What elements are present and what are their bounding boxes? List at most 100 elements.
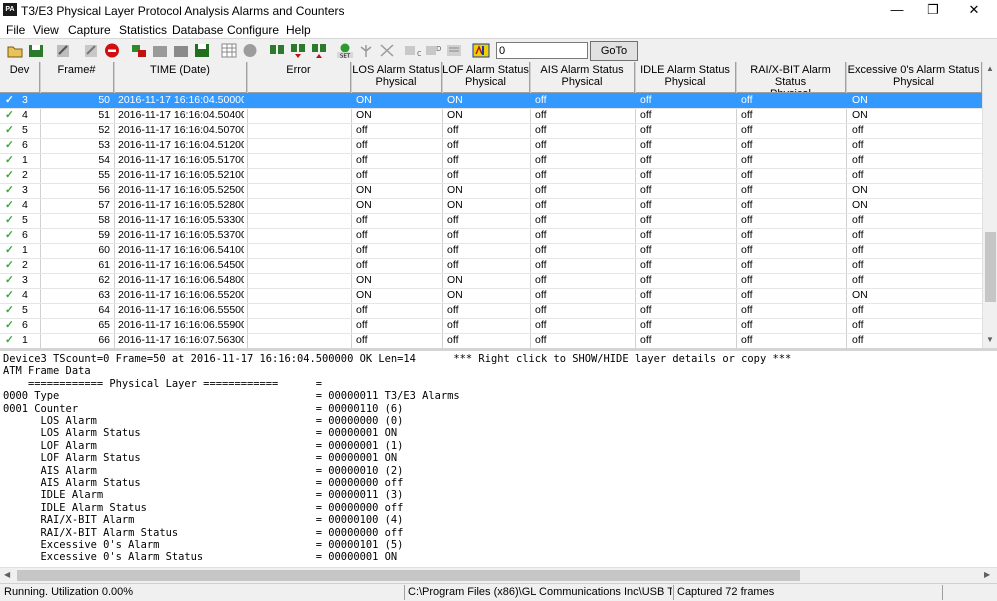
config-icon[interactable]	[378, 42, 396, 59]
cell-ais: off	[535, 124, 547, 136]
scroll-down-icon[interactable]: ▼	[986, 335, 994, 344]
cell-error	[251, 109, 347, 123]
close-button[interactable]: ✕	[956, 0, 992, 20]
table-row[interactable]: ✓ 3 50 2016-11-17 16:16:04.500000 ON ON off off…	[0, 93, 982, 109]
tv-icon[interactable]	[472, 42, 490, 59]
cell-los: off	[356, 169, 368, 181]
status-path: C:\Program Files (x86)\GL Communications…	[408, 586, 672, 598]
table-row[interactable]: ✓ 2 61 2016-11-17 16:16:06.545000 off off off o…	[0, 258, 982, 274]
table-row[interactable]: ✓ 1 54 2016-11-17 16:16:05.517000 off off off o…	[0, 153, 982, 169]
toolbar: SET C D GoTo	[0, 38, 997, 64]
capture-restart-icon[interactable]	[82, 42, 100, 59]
check-icon: ✓	[5, 199, 14, 211]
filter-down-icon[interactable]	[289, 42, 307, 59]
cell-ais: off	[535, 109, 547, 121]
menu-help[interactable]: Help	[286, 23, 311, 37]
table-row[interactable]: ✓ 1 66 2016-11-17 16:16:07.563000 off off off o…	[0, 333, 982, 348]
menu-file[interactable]: File	[6, 23, 25, 37]
cell-exc: ON	[852, 184, 868, 196]
table-row[interactable]: ✓ 4 63 2016-11-17 16:16:06.552000 ON ON off off…	[0, 288, 982, 304]
menu-configure[interactable]: Configure	[227, 23, 279, 37]
cell-time: 2016-11-17 16:16:05.533000	[118, 214, 244, 226]
filter-icon[interactable]	[268, 42, 286, 59]
table-row[interactable]: ✓ 4 51 2016-11-17 16:16:04.504000 ON ON off off…	[0, 108, 982, 124]
detail-line: LOS Alarm = 00000000 (0)	[3, 415, 404, 427]
connect-icon[interactable]	[130, 42, 148, 59]
check-icon: ✓	[5, 154, 14, 166]
frame-detail-pane[interactable]: Device3 TScount=0 Frame=50 at 2016-11-17…	[0, 351, 997, 567]
goto-frame-input[interactable]	[496, 42, 588, 59]
header-lof[interactable]: LOF Alarm Status Physical	[442, 62, 530, 92]
cell-dev: 4	[22, 199, 28, 211]
d-config-icon[interactable]: D	[424, 42, 442, 59]
stop-icon[interactable]	[103, 42, 121, 59]
table-row[interactable]: ✓ 6 53 2016-11-17 16:16:04.512000 off off off o…	[0, 138, 982, 154]
scroll-left-icon[interactable]: ◀	[4, 570, 10, 579]
cell-time: 2016-11-17 16:16:06.545000	[118, 259, 244, 271]
detail-horizontal-scrollbar[interactable]: ◀ ▶	[0, 567, 997, 583]
cell-los: ON	[356, 184, 372, 196]
antenna-icon[interactable]	[357, 42, 375, 59]
maximize-button[interactable]: ❐	[915, 0, 951, 20]
save-file-icon[interactable]	[27, 42, 45, 59]
table-row[interactable]: ✓ 3 56 2016-11-17 16:16:05.525000 ON ON off off…	[0, 183, 982, 199]
status-utilization: Running. Utilization 0.00%	[4, 586, 134, 598]
capture-start-icon[interactable]	[54, 42, 72, 59]
table-row[interactable]: ✓ 3 62 2016-11-17 16:16:06.548000 ON ON off off…	[0, 273, 982, 289]
header-los[interactable]: LOS Alarm Status Physical	[351, 62, 442, 92]
grid-vertical-scrollbar[interactable]: ▲ ▼	[982, 62, 997, 348]
circle-icon[interactable]	[241, 42, 259, 59]
table-row[interactable]: ✓ 5 52 2016-11-17 16:16:04.507000 off off off o…	[0, 123, 982, 139]
menu-view[interactable]: View	[33, 23, 59, 37]
pdb-icon[interactable]	[445, 42, 463, 59]
header-frame[interactable]: Frame#	[40, 62, 114, 92]
check-icon: ✓	[5, 244, 14, 256]
svg-text:C: C	[417, 50, 421, 58]
app-logo-icon: PA	[3, 3, 17, 16]
scroll-right-icon[interactable]: ▶	[984, 570, 990, 579]
header-error[interactable]: Error	[247, 62, 351, 92]
save-icon[interactable]	[193, 42, 211, 59]
scroll-up-icon[interactable]: ▲	[986, 64, 994, 73]
header-dev[interactable]: Dev	[0, 62, 40, 92]
table-row[interactable]: ✓ 1 60 2016-11-17 16:16:06.541000 off off off o…	[0, 243, 982, 259]
header-time[interactable]: TIME (Date)	[114, 62, 247, 92]
cell-exc: off	[852, 244, 864, 256]
check-icon: ✓	[5, 334, 14, 346]
header-idle[interactable]: IDLE Alarm Status Physical	[635, 62, 736, 92]
open-file-icon[interactable]	[6, 42, 24, 59]
table-row[interactable]: ✓ 5 64 2016-11-17 16:16:06.555000 off off off o…	[0, 303, 982, 319]
folder-icon[interactable]	[151, 42, 169, 59]
header-rai[interactable]: RAI/X-BIT Alarm Status Physical	[736, 62, 846, 92]
set-icon[interactable]: SET	[336, 42, 354, 59]
header-excessive[interactable]: Excessive 0's Alarm Status Physical	[846, 62, 982, 92]
cell-error	[251, 169, 347, 183]
grid-view-icon[interactable]	[220, 42, 238, 59]
cell-ais: off	[535, 214, 547, 226]
cell-time: 2016-11-17 16:16:04.500000	[118, 94, 244, 106]
cell-dev: 4	[22, 289, 28, 301]
check-icon: ✓	[5, 229, 14, 241]
goto-button[interactable]: GoTo	[590, 41, 638, 61]
cell-lof: off	[447, 244, 459, 256]
table-row[interactable]: ✓ 6 65 2016-11-17 16:16:06.559000 off off off o…	[0, 318, 982, 334]
header-ais[interactable]: AIS Alarm Status Physical	[530, 62, 635, 92]
table-row[interactable]: ✓ 4 57 2016-11-17 16:16:05.528000 ON ON off off…	[0, 198, 982, 214]
menu-capture[interactable]: Capture	[68, 23, 111, 37]
folder-alt-icon[interactable]	[172, 42, 190, 59]
menu-database[interactable]: Database	[172, 23, 223, 37]
table-row[interactable]: ✓ 5 58 2016-11-17 16:16:05.533000 off off off o…	[0, 213, 982, 229]
check-icon: ✓	[5, 274, 14, 286]
scroll-thumb[interactable]	[985, 232, 996, 302]
table-row[interactable]: ✓ 6 59 2016-11-17 16:16:05.537000 off off off o…	[0, 228, 982, 244]
scroll-thumb-horizontal[interactable]	[17, 570, 800, 581]
filter-up-icon[interactable]	[310, 42, 328, 59]
minimize-button[interactable]: —	[879, 0, 915, 20]
cell-idle: off	[640, 304, 652, 316]
cell-frame: 52	[98, 124, 110, 136]
menu-statistics[interactable]: Statistics	[119, 23, 167, 37]
table-row[interactable]: ✓ 2 55 2016-11-17 16:16:05.521000 off off off o…	[0, 168, 982, 184]
c-config-icon[interactable]: C	[403, 42, 421, 59]
cell-dev: 1	[22, 154, 28, 166]
cell-idle: off	[640, 229, 652, 241]
